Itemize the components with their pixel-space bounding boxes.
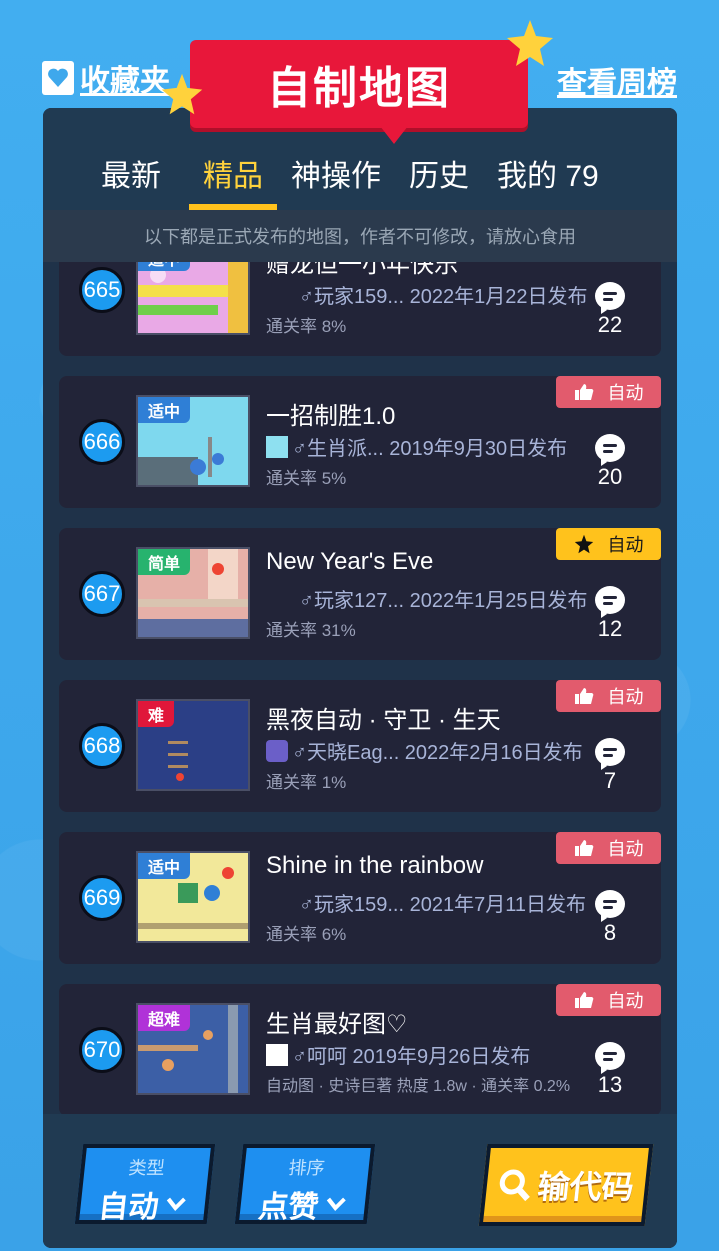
star-decoration-icon (507, 20, 553, 66)
map-card[interactable]: 668 难 黑夜自动 · 守卫 · 生天 ♂天晓Eag... 2022年2月16… (59, 680, 661, 812)
map-card[interactable]: 669 适中 Shine in the rainbow ♂玩家159... 20… (59, 832, 661, 964)
map-thumbnail: 超难 (136, 1003, 250, 1095)
map-thumbnail: 适中 (136, 851, 250, 943)
rank-badge: 667 (79, 571, 125, 617)
map-thumbnail: 适中 (136, 395, 250, 487)
auto-like-tag: 自动 (556, 376, 661, 408)
comment-count[interactable]: 20 (595, 434, 625, 490)
bottom-toolbar: 类型 自动 排序 点赞 输代码 (43, 1114, 677, 1248)
tab-latest[interactable]: 最新 (87, 108, 175, 210)
notice-text: 以下都是正式发布的地图，作者不可修改，请放心食用 (43, 210, 677, 262)
map-title: 生肖最好图♡ (266, 1011, 408, 1038)
map-thumbnail: 难 (136, 699, 250, 791)
map-title: Shine in the rainbow (266, 852, 484, 879)
map-title: 赠龙但一小年快乐 (266, 262, 458, 278)
map-title: New Year's Eve (266, 548, 434, 575)
chevron-down-icon (326, 1197, 346, 1212)
comment-count[interactable]: 8 (595, 890, 625, 946)
enter-code-button[interactable]: 输代码 (478, 1144, 654, 1226)
clear-rate: 通关率 8% (266, 317, 347, 336)
map-title: 一招制胜1.0 (266, 403, 396, 430)
comment-count[interactable]: 13 (595, 1042, 625, 1098)
clear-rate: 通关率 5% (266, 469, 347, 488)
map-thumbnail: 简单 (136, 547, 250, 639)
map-card[interactable]: 670 超难 生肖最好图♡ ♂呵呵 2019年9月26日发布 自动图 · 史诗巨… (59, 984, 661, 1114)
map-list[interactable]: 665 适中 赠龙但一小年快乐 ♂玩家159... 2022年1月22日发布 通… (43, 262, 677, 1114)
clear-rate: 通关率 6% (266, 925, 347, 944)
author-avatar (266, 435, 288, 458)
map-thumbnail: 适中 (136, 262, 250, 335)
type-filter-button[interactable]: 类型 自动 (74, 1144, 216, 1224)
rank-badge: 665 (79, 267, 125, 313)
auto-star-tag: 自动 (556, 528, 661, 560)
heart-bookmark-icon (42, 61, 74, 95)
map-author: ♂玩家127... 2022年1月25日发布 (299, 590, 588, 612)
map-title: 黑夜自动 · 守卫 · 生天 (266, 707, 501, 734)
thumbs-up-icon (574, 384, 593, 400)
difficulty-badge: 难 (138, 701, 175, 727)
author-avatar (266, 739, 288, 762)
comment-icon (595, 586, 625, 618)
author-avatar (266, 1043, 288, 1066)
favorites-link[interactable]: 收藏夹 (42, 58, 170, 98)
difficulty-badge: 简单 (138, 549, 191, 575)
comment-icon (595, 890, 625, 922)
difficulty-badge: 适中 (138, 397, 191, 423)
map-author: ♂玩家159... 2022年1月22日发布 (299, 286, 588, 308)
favorites-label: 收藏夹 (80, 65, 170, 98)
comment-icon (595, 282, 625, 314)
thumbs-up-icon (574, 688, 593, 704)
star-icon (574, 534, 593, 554)
comment-icon (595, 1042, 625, 1074)
auto-like-tag: 自动 (556, 680, 661, 712)
map-stats: 自动图 · 史诗巨著 热度 1.8w · 通关率 0.2% (266, 1078, 571, 1095)
star-decoration-icon (161, 73, 203, 115)
map-card[interactable]: 666 适中 一招制胜1.0 ♂生肖派... 2019年9月30日发布 通关率 … (59, 376, 661, 508)
thumbs-up-icon (574, 840, 593, 856)
rank-badge: 670 (79, 1027, 125, 1073)
map-card[interactable]: 665 适中 赠龙但一小年快乐 ♂玩家159... 2022年1月22日发布 通… (59, 262, 661, 356)
map-card[interactable]: 667 简单 New Year's Eve ♂玩家127... 2022年1月2… (59, 528, 661, 660)
map-panel: 最新 精品 神操作 历史 我的 79 以下都是正式发布的地图，作者不可修改，请放… (43, 108, 677, 1248)
chevron-down-icon (166, 1197, 186, 1212)
page-title: 自制地图 (267, 64, 451, 113)
rank-badge: 668 (79, 723, 125, 769)
auto-like-tag: 自动 (556, 984, 661, 1016)
sort-button[interactable]: 排序 点赞 (234, 1144, 376, 1224)
comment-count[interactable]: 22 (595, 282, 625, 338)
clear-rate: 通关率 1% (266, 773, 347, 792)
rank-badge: 669 (79, 875, 125, 921)
map-author: ♂呵呵 2019年9月26日发布 (266, 1040, 530, 1069)
rank-badge: 666 (79, 419, 125, 465)
comment-icon (595, 434, 625, 466)
thumbs-up-icon (574, 992, 593, 1008)
map-author: ♂生肖派... 2019年9月30日发布 (266, 432, 567, 461)
weekly-ranking-link[interactable]: 查看周榜 (557, 58, 677, 102)
difficulty-badge: 超难 (138, 1005, 191, 1031)
comment-icon (595, 738, 625, 770)
map-author: ♂玩家159... 2021年7月11日发布 (299, 894, 586, 916)
auto-like-tag: 自动 (556, 832, 661, 864)
difficulty-badge: 适中 (138, 853, 191, 879)
search-icon (499, 1169, 530, 1202)
difficulty-badge: 适中 (138, 262, 191, 271)
map-author: ♂天晓Eag... 2022年2月16日发布 (266, 736, 583, 765)
clear-rate: 通关率 31% (266, 621, 356, 640)
comment-count[interactable]: 12 (595, 586, 625, 642)
comment-count[interactable]: 7 (595, 738, 625, 794)
page-title-banner: 自制地图 (190, 40, 528, 144)
